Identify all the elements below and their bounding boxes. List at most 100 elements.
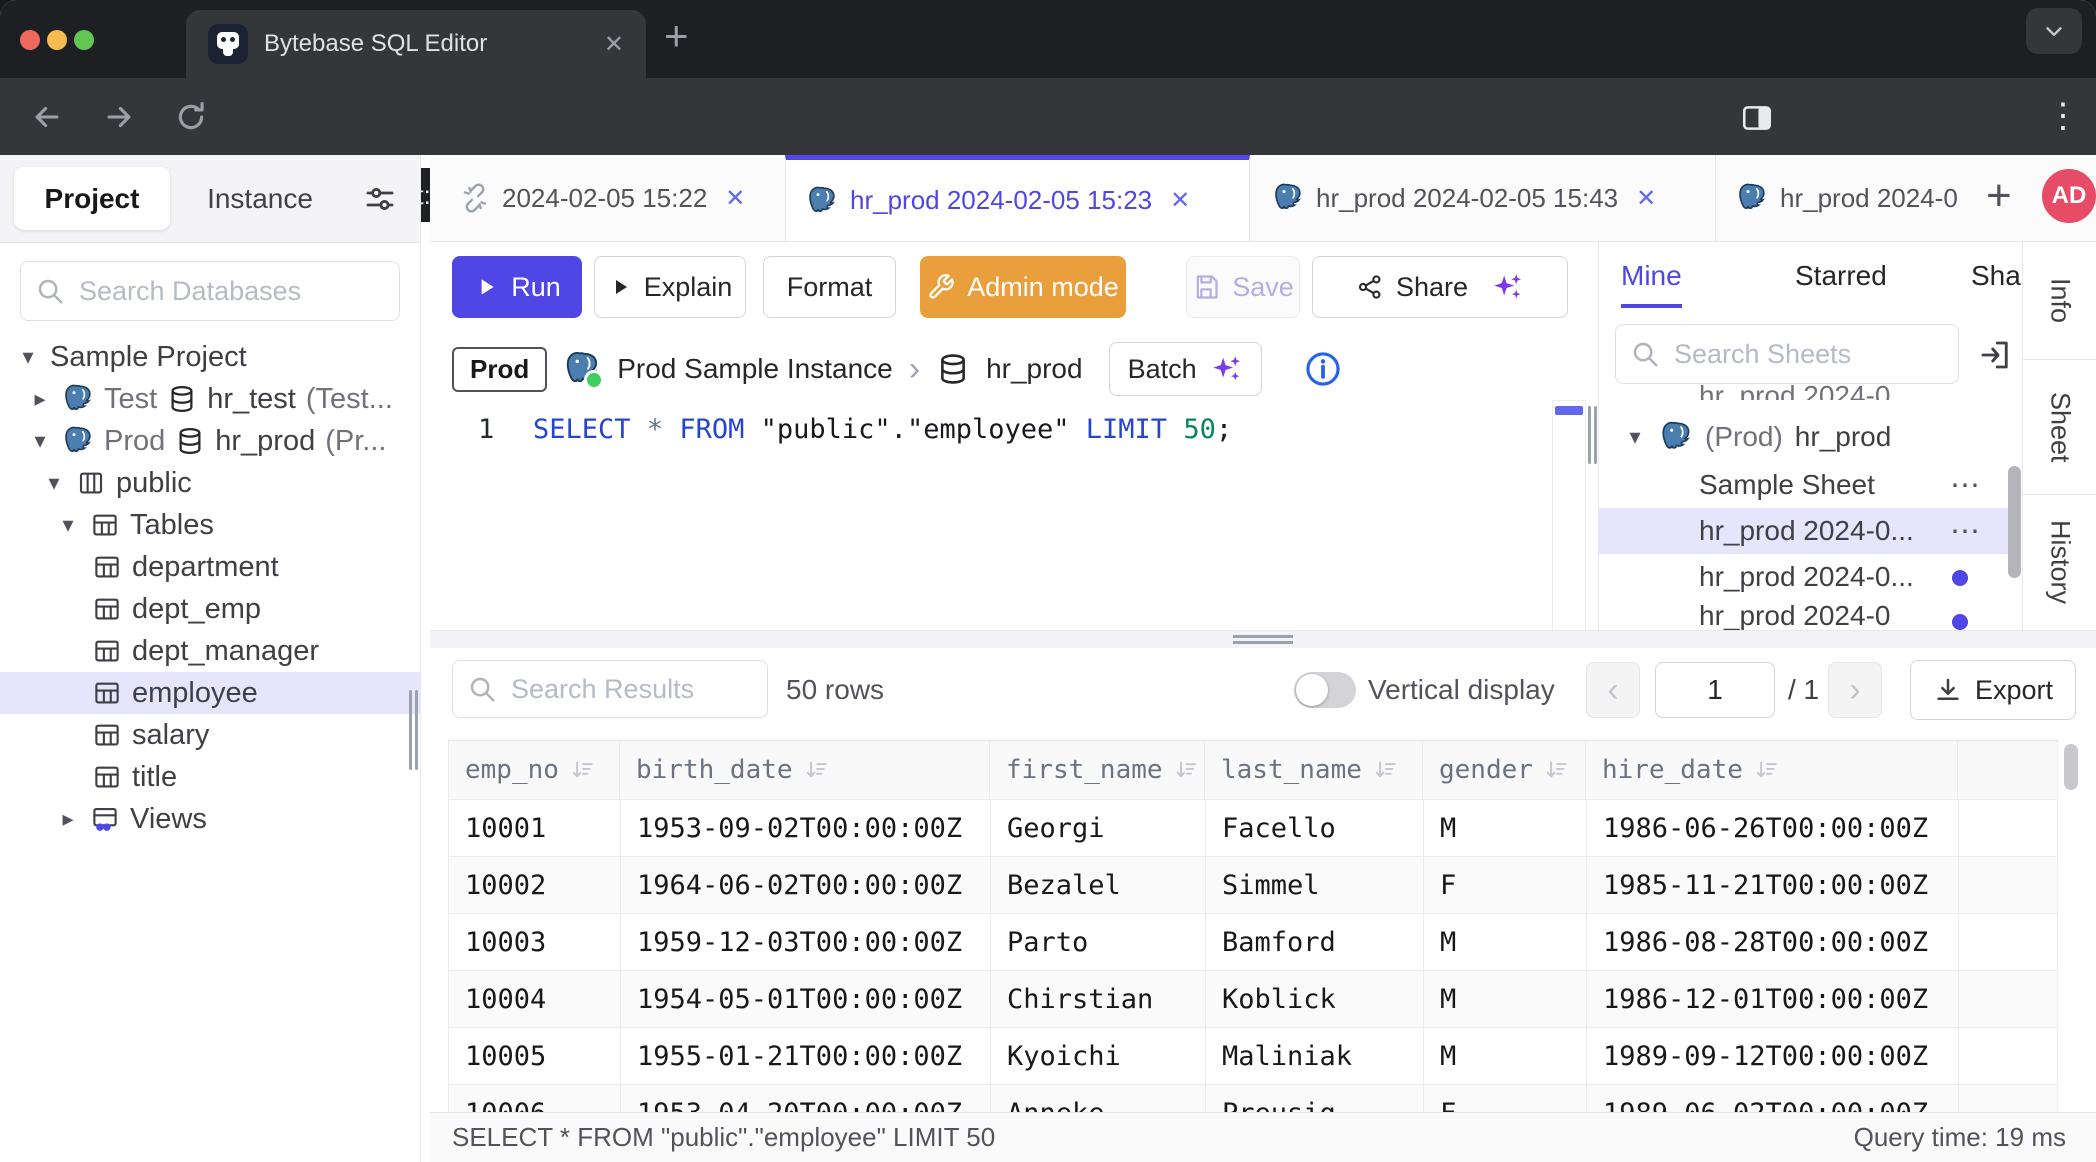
prev-page-button[interactable]: ‹ [1586, 662, 1640, 718]
split-drag-handle[interactable] [1233, 635, 1293, 638]
caret-right-icon[interactable]: ▸ [28, 386, 52, 412]
ai-sparkles-icon[interactable] [1490, 270, 1524, 304]
macos-close-button[interactable] [20, 30, 40, 50]
rail-tab-history[interactable]: History [2023, 495, 2096, 629]
share-button[interactable]: Share [1312, 256, 1568, 318]
tab-search-button[interactable] [2026, 8, 2082, 54]
sort-icon[interactable] [1753, 757, 1779, 783]
sort-icon[interactable] [803, 757, 829, 783]
caret-down-icon[interactable]: ▾ [56, 512, 80, 538]
results-split-bar[interactable] [430, 630, 2096, 648]
side-panel-icon[interactable] [1740, 101, 1774, 135]
macos-minimize-button[interactable] [47, 30, 67, 50]
sheet-list-scrollbar[interactable] [2008, 466, 2021, 578]
sheet-search-input[interactable] [1672, 338, 1944, 371]
close-icon[interactable]: ✕ [1170, 186, 1190, 215]
run-button[interactable]: Run [452, 256, 582, 318]
tree-item-views[interactable]: ▸ Views [0, 798, 421, 840]
split-drag-handle[interactable] [1233, 641, 1293, 644]
column-header[interactable]: hire_date [1586, 740, 1958, 800]
export-button[interactable]: Export [1910, 660, 2076, 720]
table-row[interactable]: 100021964-06-02T00:00:00ZBezalelSimmelF1… [449, 857, 2058, 914]
sheet-tab-4[interactable]: hr_prod 2024-0 [1715, 155, 1980, 241]
browser-tab[interactable]: Bytebase SQL Editor ✕ [186, 10, 646, 78]
sheet-item-selected[interactable]: hr_prod 2024-0... [1599, 508, 2008, 554]
tree-item-hr-prod[interactable]: ▾ Prod hr_prod (Pr... [0, 420, 421, 462]
tab-instance[interactable]: Instance [190, 167, 330, 230]
tree-item-table-employee[interactable]: employee [0, 672, 421, 714]
database-name[interactable]: hr_prod [986, 353, 1083, 385]
tree-item-project[interactable]: ▾ Sample Project [0, 336, 421, 378]
batch-button[interactable]: Batch [1109, 342, 1262, 396]
sheet-item-menu-icon[interactable]: ⋯ [1950, 468, 1982, 503]
page-number-input[interactable] [1655, 662, 1775, 718]
rail-tab-sheet[interactable]: Sheet [2023, 360, 2096, 495]
sidebar-resize-handle[interactable] [409, 690, 412, 770]
close-icon[interactable]: ✕ [725, 184, 745, 213]
instance-name[interactable]: Prod Sample Instance [617, 353, 893, 385]
sheet-tab-2-active[interactable]: hr_prod 2024-02-05 15:23 ✕ [785, 155, 1250, 241]
sheet-item-sample-sheet[interactable]: Sample Sheet [1599, 462, 2008, 508]
import-sheet-icon[interactable] [1977, 337, 2013, 373]
sql-code-line[interactable]: SELECT * FROM "public"."employee" LIMIT … [533, 414, 1232, 445]
close-icon[interactable]: ✕ [1636, 184, 1656, 213]
tree-item-table-title[interactable]: title [0, 756, 421, 798]
caret-right-icon[interactable]: ▸ [56, 806, 80, 832]
sort-icon[interactable] [1372, 757, 1398, 783]
browser-menu-icon[interactable]: ⋮ [2046, 96, 2080, 136]
table-scrollbar[interactable] [2064, 744, 2078, 790]
sql-editor[interactable]: 1 SELECT * FROM "public"."employee" LIMI… [430, 402, 1550, 632]
new-sheet-tab-button[interactable]: + [1986, 171, 2012, 221]
new-tab-button[interactable]: + [664, 12, 689, 60]
tab-starred[interactable]: Starred [1795, 260, 1887, 292]
format-button[interactable]: Format [763, 256, 896, 318]
user-avatar[interactable]: AD [2042, 169, 2096, 223]
tree-item-schema-public[interactable]: ▾ public [0, 462, 421, 504]
tree-item-table-dept-emp[interactable]: dept_emp [0, 588, 421, 630]
back-button[interactable] [30, 100, 64, 134]
tab-mine[interactable]: Mine [1621, 260, 1682, 308]
caret-down-icon[interactable]: ▾ [1623, 424, 1647, 450]
tree-item-hr-test[interactable]: ▸ Test hr_test (Test... [0, 378, 421, 420]
results-table-body[interactable]: 100011953-09-02T00:00:00ZGeorgiFacelloM1… [448, 800, 2058, 1112]
database-search[interactable] [20, 261, 400, 321]
column-header[interactable]: last_name [1205, 740, 1423, 800]
tree-item-table-salary[interactable]: salary [0, 714, 421, 756]
caret-down-icon[interactable]: ▾ [16, 344, 40, 370]
caret-down-icon[interactable]: ▾ [42, 470, 66, 496]
reload-button[interactable] [174, 100, 208, 134]
sheet-tab-1[interactable]: 2024-02-05 15:22 ✕ [440, 155, 780, 241]
sheet-item-partial[interactable]: hr_prod 2024-0... [1699, 380, 1959, 400]
caret-down-icon[interactable]: ▾ [28, 428, 52, 454]
sort-icon[interactable] [1543, 757, 1569, 783]
sheet-group-hr-prod[interactable]: ▾ (Prod) hr_prod [1623, 414, 2013, 460]
sort-icon[interactable] [1173, 757, 1198, 783]
table-row[interactable]: 100031959-12-03T00:00:00ZPartoBamfordM19… [449, 914, 2058, 971]
table-row[interactable]: 100051955-01-21T00:00:00ZKyoichiMaliniak… [449, 1028, 2058, 1085]
panel-resize-handle[interactable] [1594, 406, 1597, 464]
editor-scrollbar-thumb[interactable] [1555, 406, 1583, 415]
sheet-item-unsaved[interactable]: hr_prod 2024-0 [1599, 600, 2008, 632]
next-page-button[interactable]: › [1828, 662, 1882, 718]
sidebar-settings-icon[interactable] [362, 181, 398, 217]
table-row[interactable]: 100011953-09-02T00:00:00ZGeorgiFacelloM1… [449, 800, 2058, 857]
table-row[interactable]: 100061953-04-20T00:00:00ZAnnekePreusigF1… [449, 1085, 2058, 1112]
macos-zoom-button[interactable] [74, 30, 94, 50]
save-button[interactable]: Save [1186, 256, 1300, 318]
column-header[interactable]: emp_no [448, 740, 620, 800]
column-header[interactable]: first_name [990, 740, 1205, 800]
editor-scrollbar[interactable] [1552, 400, 1586, 634]
results-search-input[interactable] [509, 673, 753, 706]
sheet-item-menu-icon[interactable]: ⋯ [1950, 514, 1982, 549]
tree-item-table-dept-manager[interactable]: dept_manager [0, 630, 421, 672]
tab-shared-with-me[interactable]: Shared w [1971, 260, 2022, 292]
column-header[interactable]: birth_date [620, 740, 990, 800]
column-header[interactable]: gender [1423, 740, 1586, 800]
sheet-tab-3[interactable]: hr_prod 2024-02-05 15:43 ✕ [1252, 155, 1712, 241]
table-row[interactable]: 100041954-05-01T00:00:00ZChirstianKoblic… [449, 971, 2058, 1028]
database-search-input[interactable] [77, 275, 385, 308]
rail-tab-info[interactable]: Info [2023, 242, 2096, 360]
vertical-display-toggle[interactable] [1294, 672, 1356, 708]
tree-item-tables[interactable]: ▾ Tables [0, 504, 421, 546]
panel-resize-handle[interactable] [1588, 406, 1591, 464]
